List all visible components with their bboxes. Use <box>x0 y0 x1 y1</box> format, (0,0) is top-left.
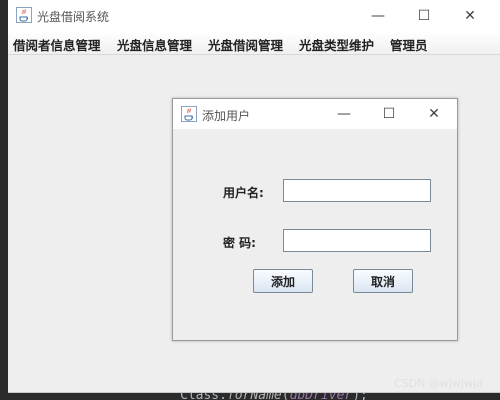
cancel-button-label: 取消 <box>370 274 395 289</box>
menu-borrower-info[interactable]: 借阅者信息管理 <box>13 35 101 54</box>
close-button[interactable]: ✕ <box>447 0 493 32</box>
dialog-titlebar[interactable]: 添加用户 — ☐ ✕ <box>173 99 457 129</box>
close-icon: ✕ <box>464 8 476 24</box>
add-button[interactable]: 添加 <box>253 269 313 293</box>
dialog-maximize-button[interactable]: ☐ <box>366 99 412 129</box>
menu-disc-type[interactable]: 光盘类型维护 <box>299 35 374 54</box>
username-field[interactable] <box>283 179 431 202</box>
dialog-title: 添加用户 <box>202 109 251 123</box>
watermark: CSDN @wjwjwjd <box>394 377 483 390</box>
java-icon <box>16 7 32 23</box>
maximize-icon: ☐ <box>417 8 431 24</box>
minimize-button[interactable]: — <box>355 0 401 32</box>
cancel-button[interactable]: 取消 <box>353 269 413 293</box>
menu-admin[interactable]: 管理员 <box>390 35 428 54</box>
menubar: 借阅者信息管理 光盘信息管理 光盘借阅管理 光盘类型维护 管理员 <box>8 32 500 55</box>
minimize-icon: — <box>337 106 351 122</box>
main-titlebar[interactable]: 光盘借阅系统 — ☐ ✕ <box>8 0 500 32</box>
menu-disc-borrowing[interactable]: 光盘借阅管理 <box>208 35 283 54</box>
password-label: 密 码: <box>223 236 256 250</box>
add-button-label: 添加 <box>270 274 295 289</box>
dialog-close-button[interactable]: ✕ <box>411 99 457 129</box>
java-icon <box>181 106 197 122</box>
add-user-dialog: 添加用户 — ☐ ✕ 用户名: 密 码: 添加 取消 <box>172 98 458 341</box>
screen: Class.forName(dbDriver); 光盘借阅系统 — ☐ ✕ 借阅… <box>0 0 500 400</box>
minimize-icon: — <box>371 8 385 24</box>
username-label: 用户名: <box>223 186 264 200</box>
maximize-button[interactable]: ☐ <box>401 0 447 32</box>
password-field[interactable] <box>283 229 431 252</box>
menu-disc-info[interactable]: 光盘信息管理 <box>117 35 192 54</box>
dialog-minimize-button[interactable]: — <box>321 99 367 129</box>
maximize-icon: ☐ <box>382 106 396 122</box>
main-window-title: 光盘借阅系统 <box>37 10 110 24</box>
close-icon: ✕ <box>428 106 440 122</box>
